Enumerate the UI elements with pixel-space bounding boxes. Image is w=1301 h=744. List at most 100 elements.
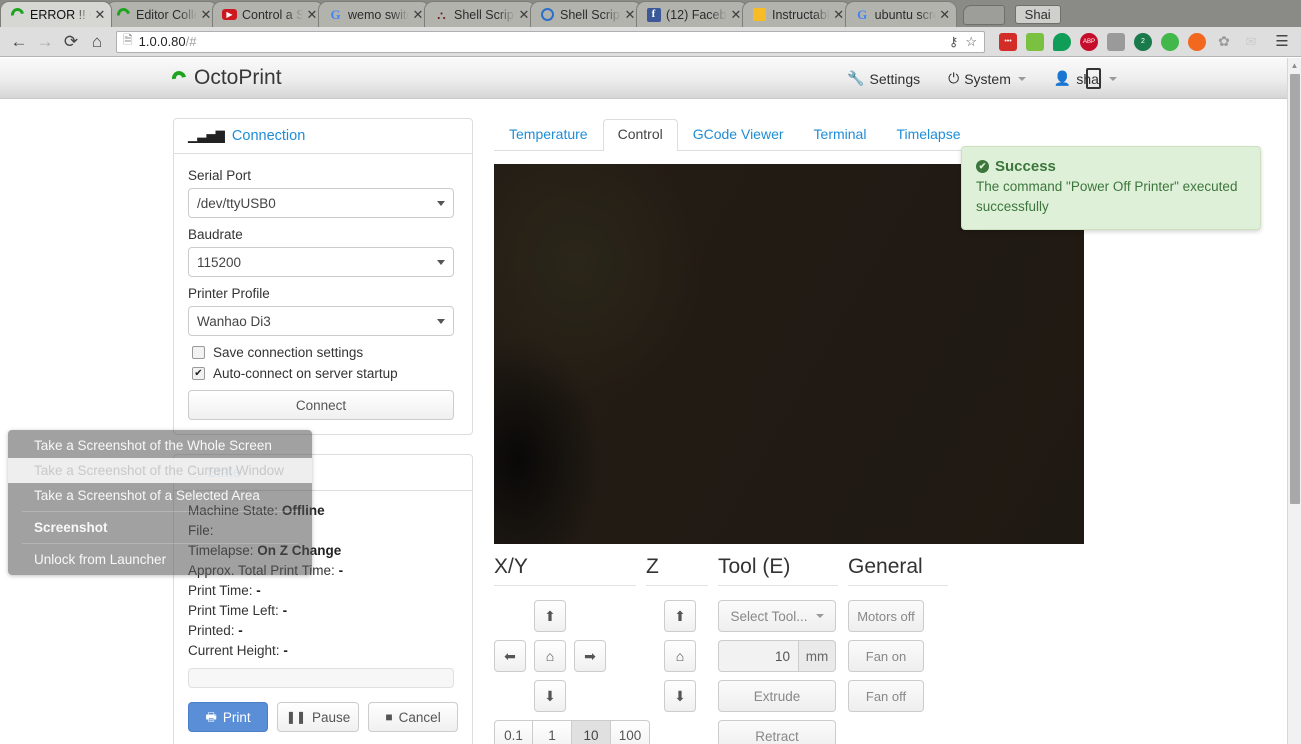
window-title[interactable]: Shai [1014, 5, 1061, 24]
close-icon[interactable]: ✕ [517, 8, 531, 21]
close-icon[interactable]: ✕ [623, 8, 637, 21]
launcher-item-current-window[interactable]: Take a Screenshot of the Current Window [8, 458, 312, 483]
close-icon[interactable]: ✕ [305, 8, 319, 21]
arrow-down-icon[interactable]: ⬇ [664, 680, 696, 712]
firefox-icon[interactable] [1188, 32, 1206, 51]
browser-tab[interactable]: ▶ Control a St ✕ [212, 1, 324, 27]
printfriendly-icon[interactable] [1107, 32, 1125, 51]
extrusion-amount-input[interactable]: 10 [718, 640, 798, 672]
autoconnect-checkbox[interactable]: ✔ [192, 367, 205, 380]
arrow-left-icon[interactable]: ⬅ [494, 640, 526, 672]
browser-tab[interactable]: ⛬ Shell Script ✕ [424, 1, 536, 27]
baudrate-select[interactable]: 115200 [188, 247, 454, 277]
serial-port-select[interactable]: /dev/ttyUSB0 [188, 188, 454, 218]
chevron-down-icon [815, 614, 824, 618]
step-100-button[interactable]: 100 [611, 720, 650, 744]
pocket-icon[interactable]: 2 [1134, 32, 1152, 51]
evernote-icon[interactable] [1026, 32, 1044, 51]
power-icon: ⏻ [948, 70, 960, 86]
star-icon[interactable]: ☆ [965, 34, 977, 50]
close-icon[interactable]: ✕ [411, 8, 425, 21]
close-icon[interactable]: ✕ [93, 8, 107, 21]
browser-tab[interactable]: Editor Colle ✕ [106, 1, 218, 27]
new-tab-button[interactable] [962, 5, 1005, 25]
tab-temperature[interactable]: Temperature [494, 119, 603, 150]
save-settings-checkbox[interactable] [192, 346, 205, 359]
url-fragment: /# [185, 34, 197, 49]
retract-button[interactable]: Retract [718, 720, 836, 744]
launcher-item-whole-screen[interactable]: Take a Screenshot of the Whole Screen [8, 433, 312, 458]
tab-control[interactable]: Control [602, 118, 678, 151]
cancel-button-label: Cancel [398, 709, 441, 725]
save-settings-row[interactable]: Save connection settings [192, 345, 458, 360]
close-icon[interactable]: ✕ [832, 8, 846, 21]
home-icon[interactable]: ⌂ [664, 640, 696, 672]
autoconnect-row[interactable]: ✔ Auto-connect on server startup [192, 366, 458, 381]
browser-tab[interactable]: ERROR !! Oc ✕ [0, 1, 112, 27]
tab-gcode-viewer[interactable]: GCode Viewer [678, 119, 799, 150]
printer-profile-select[interactable]: Wanhao Di3 [188, 306, 454, 336]
nav-system[interactable]: ⏻ System [948, 70, 1026, 87]
arrow-up-icon[interactable]: ⬆ [664, 600, 696, 632]
nav-settings[interactable]: 🔧 Settings [847, 70, 920, 87]
print-button-label: Print [222, 709, 251, 725]
browser-tab[interactable]: G wemo switc ✕ [318, 1, 430, 27]
motors-off-button[interactable]: Motors off [848, 600, 924, 632]
cancel-button[interactable]: ■ Cancel [368, 702, 458, 732]
select-tool-dropdown[interactable]: Select Tool... [718, 600, 836, 632]
browser-tab[interactable]: Shell Script ✕ [530, 1, 642, 27]
xy-row-mid: ⬅ ⌂ ➡ [494, 640, 636, 672]
adblockplus-icon[interactable]: ABP [1080, 32, 1098, 51]
connect-button[interactable]: Connect [188, 390, 454, 420]
devtools-icon[interactable]: ✿ [1215, 33, 1233, 51]
extrusion-amount-input-group[interactable]: 10 mm [718, 640, 836, 672]
launcher-item-screenshot[interactable]: Screenshot [8, 515, 312, 540]
fan-on-button[interactable]: Fan on [848, 640, 924, 672]
mail-icon[interactable]: ✉ [1242, 33, 1260, 51]
pause-button[interactable]: ❚❚ Pause [277, 702, 360, 732]
close-icon[interactable]: ✕ [199, 8, 213, 21]
lastpass-icon[interactable]: ••• [999, 32, 1017, 51]
hangouts-icon[interactable] [1053, 32, 1071, 51]
browser-tab[interactable]: G ubuntu scre ✕ [844, 1, 957, 27]
tab-terminal[interactable]: Terminal [799, 119, 882, 150]
octoprint-navbar: OctoPrint 🔧 Settings ⏻ System 👤 shai [0, 58, 1287, 99]
xy-control-group: X/Y ⬆ ⬅ ⌂ ➡ ⬇ 0.1 1 10 100 [494, 555, 650, 744]
hamburger-menu-icon[interactable]: ☰ [1269, 30, 1295, 54]
step-10-button[interactable]: 10 [572, 720, 611, 744]
scrollbar-thumb[interactable] [1290, 74, 1300, 504]
address-bar[interactable]: 🗎 1.0.0.80/# ⚷ ☆ [116, 30, 985, 53]
printer-icon: 🖶 [205, 710, 217, 724]
forward-icon[interactable]: → [32, 30, 58, 54]
home-icon[interactable]: ⌂ [534, 640, 566, 672]
browser-tab[interactable]: Instructabl ✕ [742, 1, 851, 27]
home-icon[interactable]: ⌂ [84, 30, 110, 54]
back-icon[interactable]: ← [6, 30, 32, 54]
fan-off-button[interactable]: Fan off [848, 680, 924, 712]
page-scrollbar[interactable]: ▲ [1287, 58, 1301, 744]
octoprint-brand[interactable]: OctoPrint [169, 66, 282, 90]
success-notification[interactable]: ✔ Success The command "Power Off Printer… [961, 146, 1261, 231]
arrow-right-icon[interactable]: ➡ [574, 640, 606, 672]
triangle-up-icon[interactable]: ▲ [1288, 58, 1301, 72]
launcher-item-unlock[interactable]: Unlock from Launcher [8, 547, 312, 572]
launcher-item-selected-area[interactable]: Take a Screenshot of a Selected Area [8, 483, 312, 508]
close-icon[interactable]: ✕ [938, 8, 952, 21]
greenshot-icon[interactable] [1161, 32, 1179, 51]
connection-panel-header[interactable]: ▁▃▅▇ Connection [174, 119, 472, 154]
tab-timelapse[interactable]: Timelapse [881, 119, 975, 150]
key-icon[interactable]: ⚷ [949, 34, 959, 50]
mobile-device-icon[interactable] [1086, 68, 1101, 89]
extrude-button[interactable]: Extrude [718, 680, 836, 712]
octoprint-icon [8, 5, 27, 24]
arrow-up-icon[interactable]: ⬆ [534, 600, 566, 632]
step-1-button[interactable]: 1 [533, 720, 572, 744]
close-icon[interactable]: ✕ [729, 8, 743, 21]
step-0.1-button[interactable]: 0.1 [494, 720, 533, 744]
print-button[interactable]: 🖶 Print [188, 702, 269, 732]
reload-icon[interactable]: ⟳ [58, 30, 84, 54]
browser-tab[interactable]: f (12) Facebo ✕ [636, 1, 748, 27]
facebook-icon: f [646, 7, 661, 22]
user-icon: 👤 [1053, 70, 1072, 86]
arrow-down-icon[interactable]: ⬇ [534, 680, 566, 712]
